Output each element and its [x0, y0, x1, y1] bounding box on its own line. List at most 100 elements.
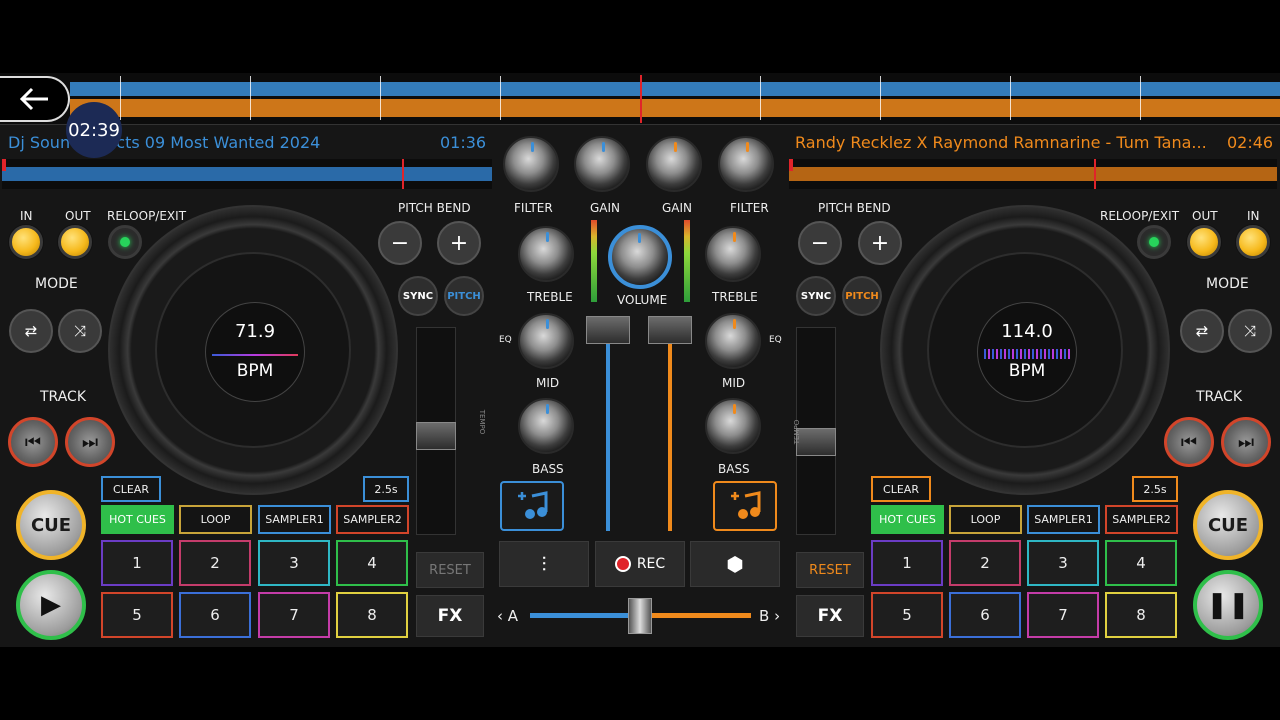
deck-a-pitch-button[interactable]: PITCH	[444, 276, 484, 316]
deck-b-loop-out-button[interactable]	[1187, 225, 1221, 259]
gain-b-knob[interactable]	[646, 136, 702, 192]
deck-a-sync-button[interactable]: SYNC	[398, 276, 438, 316]
bass-b-knob[interactable]	[705, 398, 761, 454]
deck-b-tab-loop[interactable]: LOOP	[949, 505, 1022, 534]
deck-a-waveform[interactable]	[2, 159, 492, 189]
record-button[interactable]: REC	[595, 541, 685, 587]
deck-b-cue-button[interactable]: CUE	[1193, 490, 1263, 560]
deck-a-shuffle-button[interactable]: ⤨	[58, 309, 102, 353]
equalizer-settings-button[interactable]: ⫶	[499, 541, 589, 587]
deck-b-add-music-button[interactable]	[713, 481, 777, 531]
deck-b-loop-length[interactable]: 2.5s	[1132, 476, 1178, 502]
channel-a-fader-track[interactable]	[606, 323, 610, 531]
gain-a-knob[interactable]	[574, 136, 630, 192]
deck-b-pitch-plus-button[interactable]: +	[858, 221, 902, 265]
settings-button[interactable]: ⬢	[690, 541, 780, 587]
crossfader-track-b[interactable]	[643, 613, 751, 618]
deck-b-fx-button[interactable]: FX	[796, 595, 864, 637]
treble-b-knob[interactable]	[705, 226, 761, 282]
deck-a-pad-6[interactable]: 6	[179, 592, 251, 638]
deck-b-pitch-button[interactable]: PITCH	[842, 276, 882, 316]
deck-a-pad-7[interactable]: 7	[258, 592, 330, 638]
repeat-icon: ⇄	[1195, 322, 1209, 340]
deck-b-reloop-button[interactable]	[1137, 225, 1171, 259]
bass-a-knob[interactable]	[518, 398, 574, 454]
deck-a-pitch-bend-label: PITCH BEND	[398, 201, 471, 215]
deck-a-pitch-plus-button[interactable]: +	[437, 221, 481, 265]
gain-a-label: GAIN	[590, 201, 621, 215]
deck-a-loop-length[interactable]: 2.5s	[363, 476, 409, 502]
master-volume-knob[interactable]	[608, 225, 672, 289]
deck-b-pad-5[interactable]: 5	[871, 592, 943, 638]
deck-a-reloop-button[interactable]	[108, 225, 142, 259]
deck-a-jog-wheel[interactable]: 71.9 BPM	[108, 205, 398, 495]
channel-b-fader-track[interactable]	[668, 323, 672, 531]
deck-b-reset-button[interactable]: RESET	[796, 552, 864, 588]
deck-b-waveform[interactable]	[789, 159, 1277, 189]
deck-a-add-music-button[interactable]	[500, 481, 564, 531]
deck-a-cue-button[interactable]: CUE	[16, 490, 86, 560]
deck-b-loop-in-button[interactable]	[1236, 225, 1270, 259]
deck-b-tempo-fader[interactable]	[796, 327, 836, 535]
deck-b-pitch-minus-button[interactable]: −	[798, 221, 842, 265]
deck-b-tab-sampler2[interactable]: SAMPLER2	[1105, 505, 1178, 534]
deck-b-tempo-label: TEMPO	[793, 419, 802, 445]
deck-b-pad-4[interactable]: 4	[1105, 540, 1177, 586]
deck-b-next-track-button[interactable]: ⏭	[1221, 417, 1271, 467]
skip-previous-icon: ⏮	[24, 431, 42, 453]
channel-a-fader-knob[interactable]	[586, 316, 630, 344]
filter-b-label: FILTER	[730, 201, 769, 215]
deck-a-tab-sampler2[interactable]: SAMPLER2	[336, 505, 409, 534]
crossfader-track-a[interactable]	[530, 613, 638, 618]
overview-waveform[interactable]	[0, 73, 1280, 125]
channel-b-fader-knob[interactable]	[648, 316, 692, 344]
deck-b-tempo-fader-knob[interactable]	[796, 428, 836, 456]
deck-a-fx-button[interactable]: FX	[416, 595, 484, 637]
mid-a-knob[interactable]	[518, 313, 574, 369]
deck-a-loop-in-button[interactable]	[9, 225, 43, 259]
deck-a-tempo-fader-knob[interactable]	[416, 422, 456, 450]
deck-a-tempo-fader[interactable]	[416, 327, 456, 535]
deck-a-next-track-button[interactable]: ⏭	[65, 417, 115, 467]
deck-b-pad-7[interactable]: 7	[1027, 592, 1099, 638]
add-music-icon	[731, 491, 761, 519]
deck-b-sync-button[interactable]: SYNC	[796, 276, 836, 316]
deck-b-pad-6[interactable]: 6	[949, 592, 1021, 638]
deck-b-pause-button[interactable]: ❚❚	[1193, 570, 1263, 640]
deck-b-pad-8[interactable]: 8	[1105, 592, 1177, 638]
deck-a-pad-8[interactable]: 8	[336, 592, 408, 638]
treble-a-knob[interactable]	[518, 226, 574, 282]
deck-a-prev-track-button[interactable]: ⏮	[8, 417, 58, 467]
deck-b-pad-1[interactable]: 1	[871, 540, 943, 586]
deck-a-pad-3[interactable]: 3	[258, 540, 330, 586]
deck-b-shuffle-button[interactable]: ⤨	[1228, 309, 1272, 353]
deck-b-jog-wheel[interactable]: 114.0 BPM	[880, 205, 1170, 495]
mid-b-knob[interactable]	[705, 313, 761, 369]
filter-b-knob[interactable]	[718, 136, 774, 192]
filter-a-knob[interactable]	[503, 136, 559, 192]
deck-b-tab-sampler1[interactable]: SAMPLER1	[1027, 505, 1100, 534]
back-button[interactable]	[0, 76, 70, 122]
deck-a-pad-2[interactable]: 2	[179, 540, 251, 586]
deck-a-pad-5[interactable]: 5	[101, 592, 173, 638]
deck-a-play-button[interactable]: ▶	[16, 570, 86, 640]
deck-a-pitch-minus-button[interactable]: −	[378, 221, 422, 265]
deck-a-repeat-button[interactable]: ⇄	[9, 309, 53, 353]
crossfader-knob[interactable]	[628, 598, 652, 634]
deck-a-reset-button[interactable]: RESET	[416, 552, 484, 588]
deck-a-loop-out-button[interactable]	[58, 225, 92, 259]
deck-a-tab-hot-cues[interactable]: HOT CUES	[101, 505, 174, 534]
deck-b-prev-track-button[interactable]: ⏮	[1164, 417, 1214, 467]
shuffle-icon: ⤨	[1243, 322, 1256, 340]
deck-b-pad-2[interactable]: 2	[949, 540, 1021, 586]
deck-a-tab-loop[interactable]: LOOP	[179, 505, 252, 534]
deck-a-tab-sampler1[interactable]: SAMPLER1	[258, 505, 331, 534]
deck-b-pad-3[interactable]: 3	[1027, 540, 1099, 586]
treble-a-label: TREBLE	[527, 290, 573, 304]
deck-b-clear-button[interactable]: CLEAR	[871, 476, 931, 502]
deck-b-repeat-button[interactable]: ⇄	[1180, 309, 1224, 353]
deck-b-tab-hot-cues[interactable]: HOT CUES	[871, 505, 944, 534]
deck-a-clear-button[interactable]: CLEAR	[101, 476, 161, 502]
deck-a-pad-4[interactable]: 4	[336, 540, 408, 586]
deck-a-pad-1[interactable]: 1	[101, 540, 173, 586]
